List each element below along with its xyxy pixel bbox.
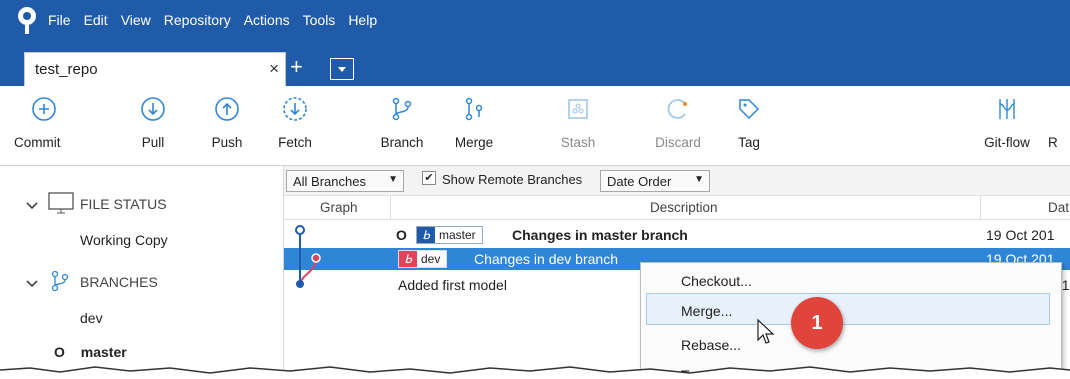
file-status-section[interactable]: FILE STATUS [26,192,276,218]
commit-button[interactable]: Commit [14,86,74,166]
fetch-icon [283,97,307,121]
chevron-down-icon [26,280,38,288]
menu-item-checkout[interactable]: Checkout... [681,273,752,289]
branch-icon [51,270,69,292]
push-label: Push [211,135,243,150]
new-tab-button[interactable]: + [290,56,303,78]
merge-icon [465,97,483,121]
chevron-down-icon: ▼ [694,174,704,185]
column-divider [980,196,981,220]
merge-label: Merge [454,135,494,150]
commit-node [311,253,321,263]
chevron-down-icon: ▼ [388,174,398,185]
working-copy-item[interactable]: Working Copy [80,232,168,256]
chevron-down-icon [26,202,38,210]
column-divider [390,196,391,220]
branch-button[interactable]: Branch [372,86,432,166]
git-flow-icon [999,99,1015,119]
branch-icon: ᖯ [399,251,417,267]
order-value: Date Order [607,174,672,189]
discard-icon [667,99,687,119]
order-select[interactable]: Date Order ▼ [600,170,710,192]
commit-graph [295,225,321,288]
show-remote-checkbox[interactable]: ✔ [422,171,436,185]
commit-date: 19 Oct 201 [986,227,1055,243]
branches-label: BRANCHES [80,274,158,290]
working-copy-label: Working Copy [80,232,168,248]
menu-view[interactable]: View [121,12,151,28]
title-bar: File Edit View Repository Actions Tools … [0,0,1070,86]
fetch-button[interactable]: Fetch [270,86,320,166]
commit-description: Changes in dev branch [474,251,618,267]
tab-dropdown-button[interactable] [330,58,354,80]
commit-label: Commit [14,135,61,150]
git-flow-label: Git-flow [984,135,1030,150]
sourcetree-logo-icon [18,7,36,34]
branch-icon: ᖯ [417,227,435,243]
remote-button[interactable]: R [1048,86,1070,166]
cursor-icon [757,318,775,344]
monitor-icon [48,192,74,214]
commit-node [295,225,305,235]
branch-badge-master: ᖯ master [416,226,483,244]
show-remote-label: Show Remote Branches [442,172,583,187]
toolbar: Commit Pull Push Fetch Branch Merge Stas… [0,86,1070,166]
remote-label: R [1048,135,1058,150]
head-marker: O [396,227,407,243]
menu-edit[interactable]: Edit [84,12,108,28]
branches-section[interactable]: BRANCHES [26,270,276,296]
tag-icon [739,99,760,120]
branches-filter-select[interactable]: All Branches ▼ [286,170,404,192]
file-status-label: FILE STATUS [80,196,167,212]
git-flow-button[interactable]: Git-flow [976,86,1038,166]
pull-button[interactable]: Pull [128,86,178,166]
branches-filter-value: All Branches [293,174,366,189]
branch-dev-label: dev [80,310,103,326]
menu-actions[interactable]: Actions [244,12,290,28]
repo-tab-title: test_repo [35,61,98,78]
menu-bar: File Edit View Repository Actions Tools … [48,0,390,46]
chevron-down-icon [338,66,346,72]
push-button[interactable]: Push [202,86,252,166]
commit-row[interactable]: O ᖯ master Changes in master branch 19 Oc… [284,224,1070,246]
branch-icon [392,97,412,121]
push-arrow-icon [215,97,239,121]
pull-arrow-icon [141,97,165,121]
step-callout: 1 [791,297,843,349]
column-header: Graph Description Dat [284,196,1070,220]
torn-edge [0,366,1070,379]
commit-description: Changes in master branch [512,227,688,243]
badge-master-label: master [439,228,476,242]
discard-label: Discard [655,135,701,150]
branch-item-dev[interactable]: dev [80,310,103,334]
pull-label: Pull [141,135,165,150]
tag-button[interactable]: Tag [724,86,774,166]
filter-bar: All Branches ▼ ✔ Show Remote Branches Da… [284,166,1070,196]
menu-help[interactable]: Help [348,12,377,28]
graph-column-header[interactable]: Graph [320,200,358,215]
repo-tab[interactable]: test_repo × [24,52,286,86]
discard-button[interactable]: Discard [648,86,708,166]
merge-button[interactable]: Merge [444,86,504,166]
menu-item-rebase[interactable]: Rebase... [681,337,741,353]
stash-button[interactable]: Stash [548,86,608,166]
stash-label: Stash [560,135,596,150]
badge-dev-label: dev [421,252,441,266]
menu-tools[interactable]: Tools [303,12,336,28]
commit-node [296,280,304,288]
commit-description: Added first model [398,277,507,293]
close-icon[interactable]: × [269,59,279,79]
menu-file[interactable]: File [48,12,71,28]
branch-label: Branch [380,135,424,150]
date-column-header[interactable]: Dat [1048,200,1069,215]
branch-badge-dev: ᖯ dev [398,250,448,268]
tag-label: Tag [738,135,760,150]
menu-item-merge[interactable]: Merge... [681,303,732,319]
fetch-label: Fetch [278,135,312,150]
sidebar: FILE STATUS Working Copy BRANCHES dev O … [0,166,284,379]
stash-icon [568,99,588,119]
description-column-header[interactable]: Description [650,200,718,215]
menu-repository[interactable]: Repository [164,12,231,28]
plus-circle-icon [32,97,56,121]
